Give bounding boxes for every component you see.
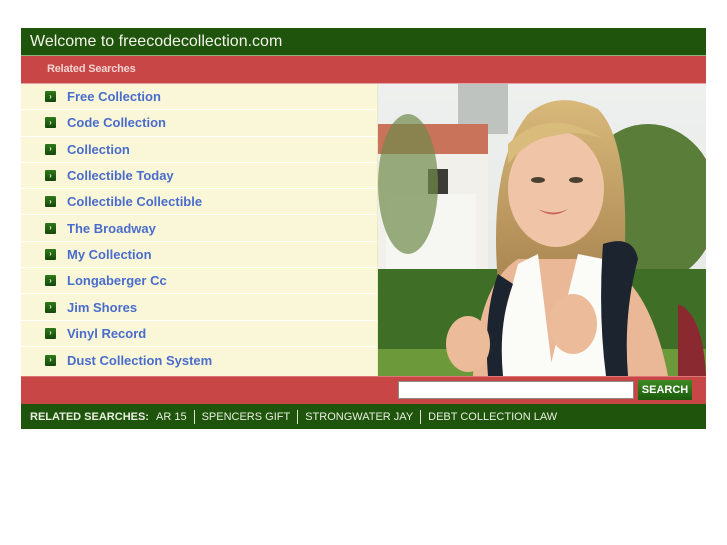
site-header: Welcome to freecodecollection.com — [21, 28, 706, 56]
list-item-8[interactable]: › Jim Shores — [21, 294, 377, 321]
hand-right — [549, 294, 597, 354]
list-item-0[interactable]: › Free Collection — [21, 84, 377, 111]
arrow-right-icon: › — [45, 143, 56, 155]
footer-label: RELATED SEARCHES: — [30, 410, 149, 423]
search-input[interactable] — [398, 381, 634, 399]
hand-left — [446, 316, 490, 372]
search-button[interactable]: SEARCH — [638, 380, 692, 400]
list-item-link[interactable]: Dust Collection System — [67, 353, 212, 368]
list-item-1[interactable]: › Code Collection — [21, 110, 377, 137]
student-photo-illustration — [378, 84, 706, 376]
list-item-link[interactable]: Collection — [67, 142, 130, 157]
arrow-right-icon: › — [45, 248, 56, 260]
list-item-6[interactable]: › My Collection — [21, 242, 377, 269]
site-title: Welcome to freecodecollection.com — [30, 33, 283, 50]
related-searches-bar: Related Searches — [21, 56, 706, 84]
list-item-7[interactable]: › Longaberger Cc — [21, 268, 377, 295]
footer-link-strongwater-jay[interactable]: STRONGWATER JAY — [305, 411, 413, 423]
hero-photo — [378, 84, 706, 376]
divider — [193, 409, 195, 424]
related-searches-list: › Free Collection › Code Collection › Colle… — [21, 84, 378, 376]
footer-related-searches: RELATED SEARCHES: AR 15 SPENCERS GIFT ST… — [21, 404, 706, 429]
footer-link-ar-15[interactable]: AR 15 — [156, 411, 187, 423]
list-item-link[interactable]: Code Collection — [67, 115, 166, 130]
arrow-right-icon: › — [45, 196, 56, 208]
arrow-right-icon: › — [45, 222, 56, 234]
footer-link-spencers-gift[interactable]: SPENCERS GIFT — [202, 411, 291, 423]
arrow-right-icon: › — [45, 117, 56, 129]
list-item-link[interactable]: Longaberger Cc — [67, 273, 167, 288]
list-item-link[interactable]: Collectible Today — [67, 168, 174, 183]
arrow-right-icon: › — [45, 91, 56, 103]
divider — [297, 409, 299, 424]
list-item-10[interactable]: › Dust Collection System — [21, 347, 377, 373]
tree-left — [378, 114, 438, 254]
list-item-5[interactable]: › The Broadway — [21, 215, 377, 242]
footer-link-debt-collection-law[interactable]: DEBT COLLECTION LAW — [428, 411, 557, 423]
list-item-link[interactable]: Vinyl Record — [67, 326, 146, 341]
list-item-link[interactable]: Jim Shores — [67, 300, 137, 315]
arrow-right-icon: › — [45, 275, 56, 287]
list-item-2[interactable]: › Collection — [21, 137, 377, 163]
list-item-link[interactable]: My Collection — [67, 247, 152, 262]
related-searches-heading: Related Searches — [47, 63, 136, 75]
list-item-4[interactable]: › Collectible Collectible — [21, 189, 377, 216]
arrow-right-icon: › — [45, 170, 56, 182]
content-area: › Free Collection › Code Collection › Colle… — [21, 84, 706, 376]
arrow-right-icon: › — [45, 327, 56, 339]
list-item-link[interactable]: Collectible Collectible — [67, 194, 202, 209]
list-item-link[interactable]: The Broadway — [67, 221, 156, 236]
list-item-link[interactable]: Free Collection — [67, 89, 161, 104]
search-bar: SEARCH — [21, 376, 706, 404]
page-container: Welcome to freecodecollection.com Relate… — [21, 28, 706, 429]
list-item-9[interactable]: › Vinyl Record — [21, 321, 377, 347]
arrow-right-icon: › — [45, 301, 56, 313]
list-item-3[interactable]: › Collectible Today — [21, 163, 377, 190]
divider — [420, 409, 422, 424]
arrow-right-icon: › — [45, 354, 56, 366]
